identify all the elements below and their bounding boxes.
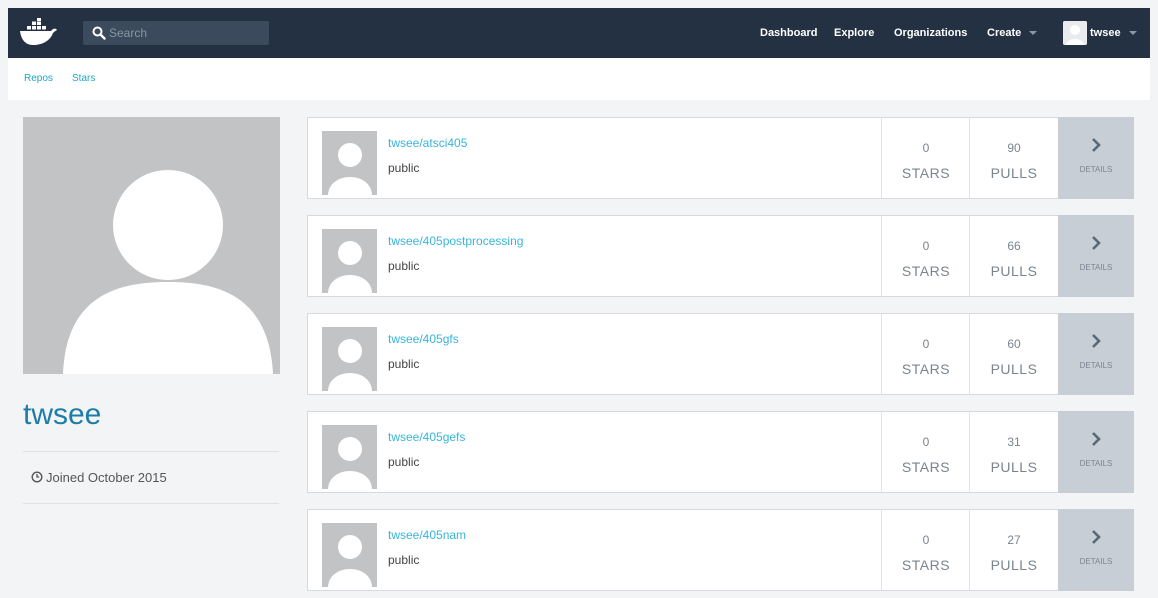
repo-avatar	[322, 425, 377, 489]
nav-create[interactable]: Create	[987, 8, 1021, 58]
user-avatar[interactable]	[1063, 21, 1087, 45]
search-input[interactable]	[109, 24, 259, 42]
top-navbar: Dashboard Explore Organizations Create t…	[8, 8, 1150, 58]
repo-card: twsee/atsci405 public 0 STARS 90 PULLS D…	[307, 117, 1134, 199]
stars-stat: 0 STARS	[881, 118, 970, 198]
user-silhouette-icon	[328, 437, 372, 489]
details-button[interactable]: DETAILS	[1058, 215, 1134, 297]
stars-count: 0	[922, 337, 930, 351]
repo-avatar	[322, 327, 377, 391]
user-silhouette-icon	[1063, 21, 1087, 45]
nav-organizations[interactable]: Organizations	[894, 8, 967, 58]
stars-stat: 0 STARS	[881, 314, 970, 394]
stars-label: STARS	[901, 165, 951, 181]
user-silhouette-icon	[328, 241, 372, 293]
user-silhouette-icon	[328, 339, 372, 391]
pulls-label: PULLS	[990, 557, 1038, 573]
pulls-stat: 27 PULLS	[969, 510, 1058, 590]
user-silhouette-icon	[328, 143, 372, 195]
pulls-stat: 60 PULLS	[969, 314, 1058, 394]
search-box[interactable]	[83, 21, 269, 45]
details-label: DETAILS	[1079, 361, 1113, 370]
tab-stars[interactable]: Stars	[72, 73, 95, 84]
details-label: DETAILS	[1079, 557, 1113, 566]
repo-name-link[interactable]: twsee/atsci405	[388, 136, 467, 150]
details-label: DETAILS	[1079, 459, 1113, 468]
stars-count: 0	[922, 533, 930, 547]
repo-card: twsee/405gefs public 0 STARS 31 PULLS DE…	[307, 411, 1134, 493]
stars-label: STARS	[901, 557, 951, 573]
repo-name-link[interactable]: twsee/405postprocessing	[388, 234, 523, 248]
pulls-count: 31	[1007, 435, 1021, 449]
pulls-stat: 31 PULLS	[969, 412, 1058, 492]
docker-logo-icon[interactable]	[18, 18, 58, 48]
pulls-label: PULLS	[990, 361, 1038, 377]
divider	[23, 503, 279, 504]
stars-label: STARS	[901, 361, 951, 377]
pulls-stat: 66 PULLS	[969, 216, 1058, 296]
pulls-label: PULLS	[990, 165, 1038, 181]
stars-stat: 0 STARS	[881, 510, 970, 590]
joined-text: Joined October 2015	[46, 470, 167, 485]
pulls-count: 27	[1007, 533, 1021, 547]
chevron-right-icon	[1092, 530, 1101, 544]
nav-dashboard[interactable]: Dashboard	[760, 8, 817, 58]
details-button[interactable]: DETAILS	[1058, 313, 1134, 395]
chevron-right-icon	[1092, 236, 1101, 250]
pulls-count: 90	[1007, 141, 1021, 155]
repo-card: twsee/405nam public 0 STARS 27 PULLS DET…	[307, 509, 1134, 591]
nav-explore[interactable]: Explore	[834, 8, 874, 58]
repo-visibility: public	[388, 455, 420, 469]
divider	[23, 451, 279, 452]
chevron-right-icon	[1092, 138, 1101, 152]
repo-avatar	[322, 229, 377, 293]
repo-name-link[interactable]: twsee/405gefs	[388, 430, 465, 444]
repo-name-link[interactable]: twsee/405gfs	[388, 332, 459, 346]
repo-card: twsee/405postprocessing public 0 STARS 6…	[307, 215, 1134, 297]
pulls-count: 66	[1007, 239, 1021, 253]
joined-date: Joined October 2015	[31, 470, 167, 485]
user-silhouette-icon	[63, 170, 273, 374]
profile-username: twsee	[23, 398, 102, 431]
details-button[interactable]: DETAILS	[1058, 509, 1134, 591]
pulls-label: PULLS	[990, 459, 1038, 475]
stars-stat: 0 STARS	[881, 412, 970, 492]
profile-avatar	[23, 117, 280, 374]
stars-label: STARS	[901, 263, 951, 279]
repo-visibility: public	[388, 553, 420, 567]
tab-repos[interactable]: Repos	[24, 73, 53, 84]
stars-stat: 0 STARS	[881, 216, 970, 296]
details-label: DETAILS	[1079, 263, 1113, 272]
clock-icon	[31, 471, 43, 483]
stars-count: 0	[922, 435, 930, 449]
repo-visibility: public	[388, 259, 420, 273]
details-button[interactable]: DETAILS	[1058, 411, 1134, 493]
stars-count: 0	[922, 141, 930, 155]
repo-avatar	[322, 523, 377, 587]
repo-avatar	[322, 131, 377, 195]
pulls-count: 60	[1007, 337, 1021, 351]
chevron-right-icon	[1092, 334, 1101, 348]
repo-name-link[interactable]: twsee/405nam	[388, 528, 466, 542]
search-icon	[92, 26, 106, 40]
details-button[interactable]: DETAILS	[1058, 117, 1134, 199]
repo-visibility: public	[388, 357, 420, 371]
user-chevron-down-icon[interactable]	[1129, 31, 1137, 35]
stars-label: STARS	[901, 459, 951, 475]
repo-visibility: public	[388, 161, 420, 175]
user-silhouette-icon	[328, 535, 372, 587]
profile-subnav: Repos Stars	[8, 58, 1150, 100]
pulls-label: PULLS	[990, 263, 1038, 279]
details-label: DETAILS	[1079, 165, 1113, 174]
pulls-stat: 90 PULLS	[969, 118, 1058, 198]
create-chevron-down-icon[interactable]	[1029, 31, 1037, 35]
nav-user-menu[interactable]: twsee	[1090, 8, 1121, 58]
repo-card: twsee/405gfs public 0 STARS 60 PULLS DET…	[307, 313, 1134, 395]
stars-count: 0	[922, 239, 930, 253]
chevron-right-icon	[1092, 432, 1101, 446]
